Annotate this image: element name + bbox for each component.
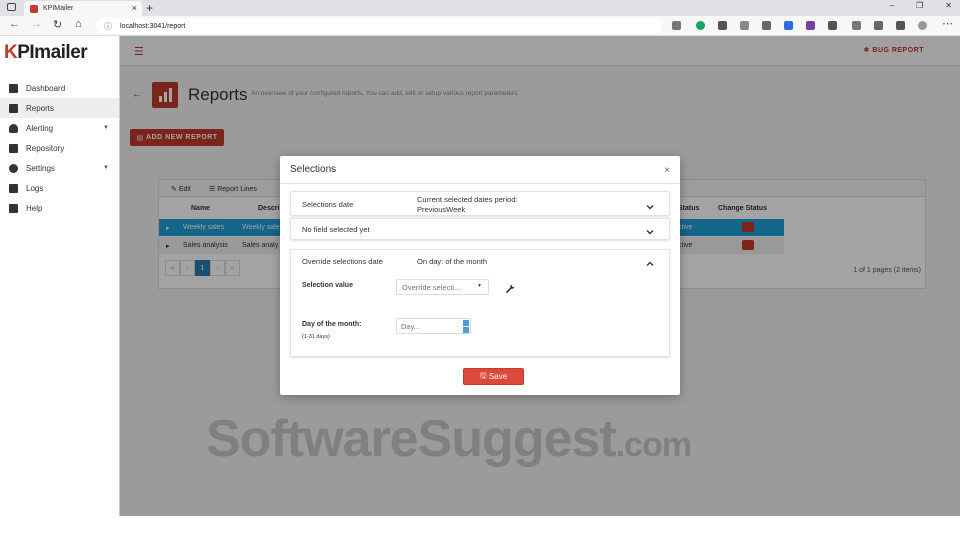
gear-icon [9,163,18,173]
favicon-icon [30,4,38,13]
browser-toolbar: ← → ↻ ⌂ ⓘ localhost:3041/report ⋯ [0,16,960,36]
sidebar-item-label: Logs [26,183,44,193]
sidebar-item-label: Alerting [26,123,54,133]
floppy-icon: 🖫 [479,370,489,380]
reports-icon [9,103,18,113]
window-close-icon[interactable]: ✕ [945,1,952,10]
wrench-icon[interactable] [505,281,515,294]
selection-value-label: Selection value [302,282,353,289]
extension-icon[interactable] [828,21,837,30]
section-value: Current selected dates period: [417,195,518,204]
profile-icon[interactable] [918,21,927,30]
day-of-month-hint: (1-31 days) [302,334,330,340]
extension-icon[interactable] [718,21,727,30]
section-value: On day: of the month [417,257,488,266]
logo-mark: K [4,42,18,63]
logs-icon [9,183,18,193]
save-button[interactable]: 🖫 Save [463,368,524,385]
sidebar-item-label: Help [26,203,43,213]
sidebar-item-help[interactable]: Help [0,198,119,218]
sidebar-item-repository[interactable]: Repository [0,138,119,158]
extension-icon[interactable] [762,21,771,30]
back-icon[interactable]: ← [9,18,20,30]
dropdown-arrow-icon: ▼ [477,283,482,289]
sidebar: KPImailer Dashboard Reports Alerting ▼ R… [0,36,120,516]
address-bar[interactable]: ⓘ localhost:3041/report [96,18,662,34]
day-of-month-label: Day of the month: [302,321,362,328]
chevron-down-icon[interactable] [645,199,655,210]
tab-title: KPIMailer [43,5,74,12]
more-icon[interactable]: ⋯ [942,17,953,30]
input-placeholder: Day... [401,321,421,331]
extension-icon[interactable] [740,21,749,30]
sidebar-item-dashboard[interactable]: Dashboard [0,78,119,98]
window-controls: – ❐ ✕ [890,1,952,10]
site-info-icon[interactable]: ⓘ [104,21,112,32]
help-icon [9,203,18,213]
selections-dialog: Selections × Selections date Current sel… [280,156,680,395]
home-icon[interactable]: ⌂ [75,18,82,30]
override-selections-section: Override selections date On day: of the … [290,249,670,357]
selection-value-select[interactable]: Override selecti... ▼ [396,279,489,295]
sidebar-item-logs[interactable]: Logs [0,178,119,198]
extension-icon[interactable] [806,21,815,30]
folder-icon [9,143,18,153]
logo-text: PImailer [17,42,88,63]
favorites-icon[interactable] [852,21,861,30]
chevron-down-icon[interactable] [645,224,655,235]
bell-icon [9,123,18,133]
chevron-up-icon[interactable] [645,256,655,266]
section-label: No field selected yet [302,225,370,234]
extension-icon[interactable] [672,21,681,30]
sidebar-item-settings[interactable]: Settings ▼ [0,158,119,178]
select-placeholder: Override selecti... [402,282,461,292]
day-of-month-input[interactable]: Day... [396,318,471,334]
extension-icon[interactable] [896,21,905,30]
divider [280,183,680,184]
tab-close-icon[interactable]: × [132,3,137,13]
close-icon[interactable]: × [664,165,670,176]
sidebar-item-label: Dashboard [26,83,66,93]
page-bottom [0,516,960,540]
chevron-down-icon: ▼ [103,165,109,171]
reload-icon[interactable]: ↻ [53,18,62,31]
maximize-icon[interactable]: ❐ [916,1,923,10]
url-text: localhost:3041/report [120,22,186,30]
section-label[interactable]: Override selections date [302,257,383,266]
minimize-icon[interactable]: – [890,1,894,10]
chevron-down-icon: ▼ [103,125,109,131]
section-value: PreviousWeek [417,205,466,214]
section-label: Selections date [302,200,354,209]
browser-tab-bar: KPIMailer × + – ❐ ✕ [0,0,960,16]
dialog-title: Selections [290,164,337,175]
collections-icon[interactable] [874,21,883,30]
browser-tab[interactable]: KPIMailer × [24,1,142,16]
sidebar-item-label: Reports [26,103,55,113]
new-tab-icon[interactable]: + [146,1,153,15]
forward-icon[interactable]: → [31,18,42,30]
extension-icon[interactable] [696,21,705,30]
sidebar-item-alerting[interactable]: Alerting ▼ [0,118,119,138]
sidebar-item-reports[interactable]: Reports [0,98,119,118]
sidebar-item-label: Repository [26,143,65,153]
dashboard-icon [9,83,18,93]
app-logo[interactable]: KPImailer [4,42,88,64]
tab-actions-icon[interactable] [7,3,16,11]
selections-date-section[interactable]: Selections date Current selected dates p… [290,191,670,216]
spinner-buttons[interactable] [463,320,469,333]
field-selection-section[interactable]: No field selected yet [290,218,670,240]
sidebar-item-label: Settings [26,163,55,173]
shield-icon[interactable] [784,21,793,30]
